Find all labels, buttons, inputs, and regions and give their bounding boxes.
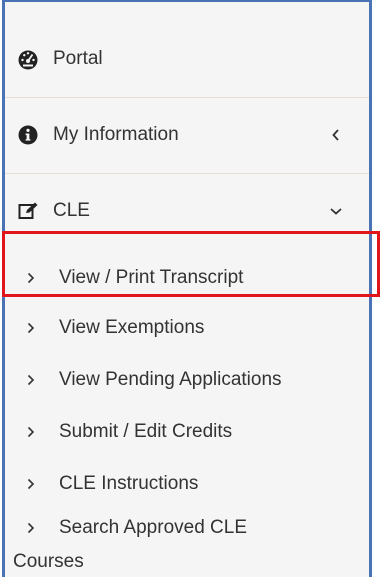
sidebar-subitem-submit-edit-credits[interactable]: Submit / Edit Credits — [5, 407, 369, 457]
chevron-down-icon — [329, 204, 343, 218]
sidebar-subitem-cle-instructions[interactable]: CLE Instructions — [5, 459, 369, 509]
sidebar-subitem-label-line2: Courses — [13, 551, 84, 572]
dashboard-icon — [17, 48, 39, 70]
chevron-right-icon — [27, 374, 43, 386]
sidebar-subitem-label: Submit / Edit Credits — [59, 421, 233, 442]
sidebar-nav: Portal My Information CLE View / Print T… — [2, 0, 372, 577]
sidebar-item-my-information-label: My Information — [53, 123, 179, 145]
sidebar-item-my-information[interactable]: My Information — [5, 96, 369, 174]
sidebar-subitem-label: CLE Instructions — [59, 473, 199, 494]
sidebar-item-cle[interactable]: CLE — [5, 172, 369, 250]
sidebar-subitem-view-exemptions[interactable]: View Exemptions — [5, 303, 369, 353]
sidebar-subitem-search-approved-courses[interactable]: Search Approved CLE Courses — [5, 507, 369, 577]
chevron-right-icon — [27, 322, 43, 334]
sidebar-subitem-view-pending-applications[interactable]: View Pending Applications — [5, 355, 369, 405]
info-circle-icon — [17, 124, 39, 146]
sidebar-item-portal-label: Portal — [53, 47, 103, 69]
sidebar-item-portal[interactable]: Portal — [5, 20, 369, 98]
chevron-right-icon — [27, 272, 43, 284]
sidebar-subitem-label: View Exemptions — [59, 317, 205, 338]
chevron-right-icon — [27, 426, 43, 438]
sidebar-subitem-label: View Pending Applications — [59, 369, 282, 390]
sidebar-subitem-label-line1: Search Approved CLE — [59, 517, 248, 538]
chevron-left-icon — [329, 128, 343, 142]
sidebar-item-cle-label: CLE — [53, 200, 90, 221]
sidebar-subitem-label: View / Print Transcript — [59, 267, 244, 288]
sidebar-frame: Portal My Information CLE View / Print T… — [0, 0, 380, 577]
chevron-right-icon — [27, 478, 43, 490]
sidebar-subitem-view-print-transcript[interactable]: View / Print Transcript — [5, 253, 369, 303]
chevron-right-icon — [27, 522, 43, 534]
edit-icon — [17, 200, 39, 222]
